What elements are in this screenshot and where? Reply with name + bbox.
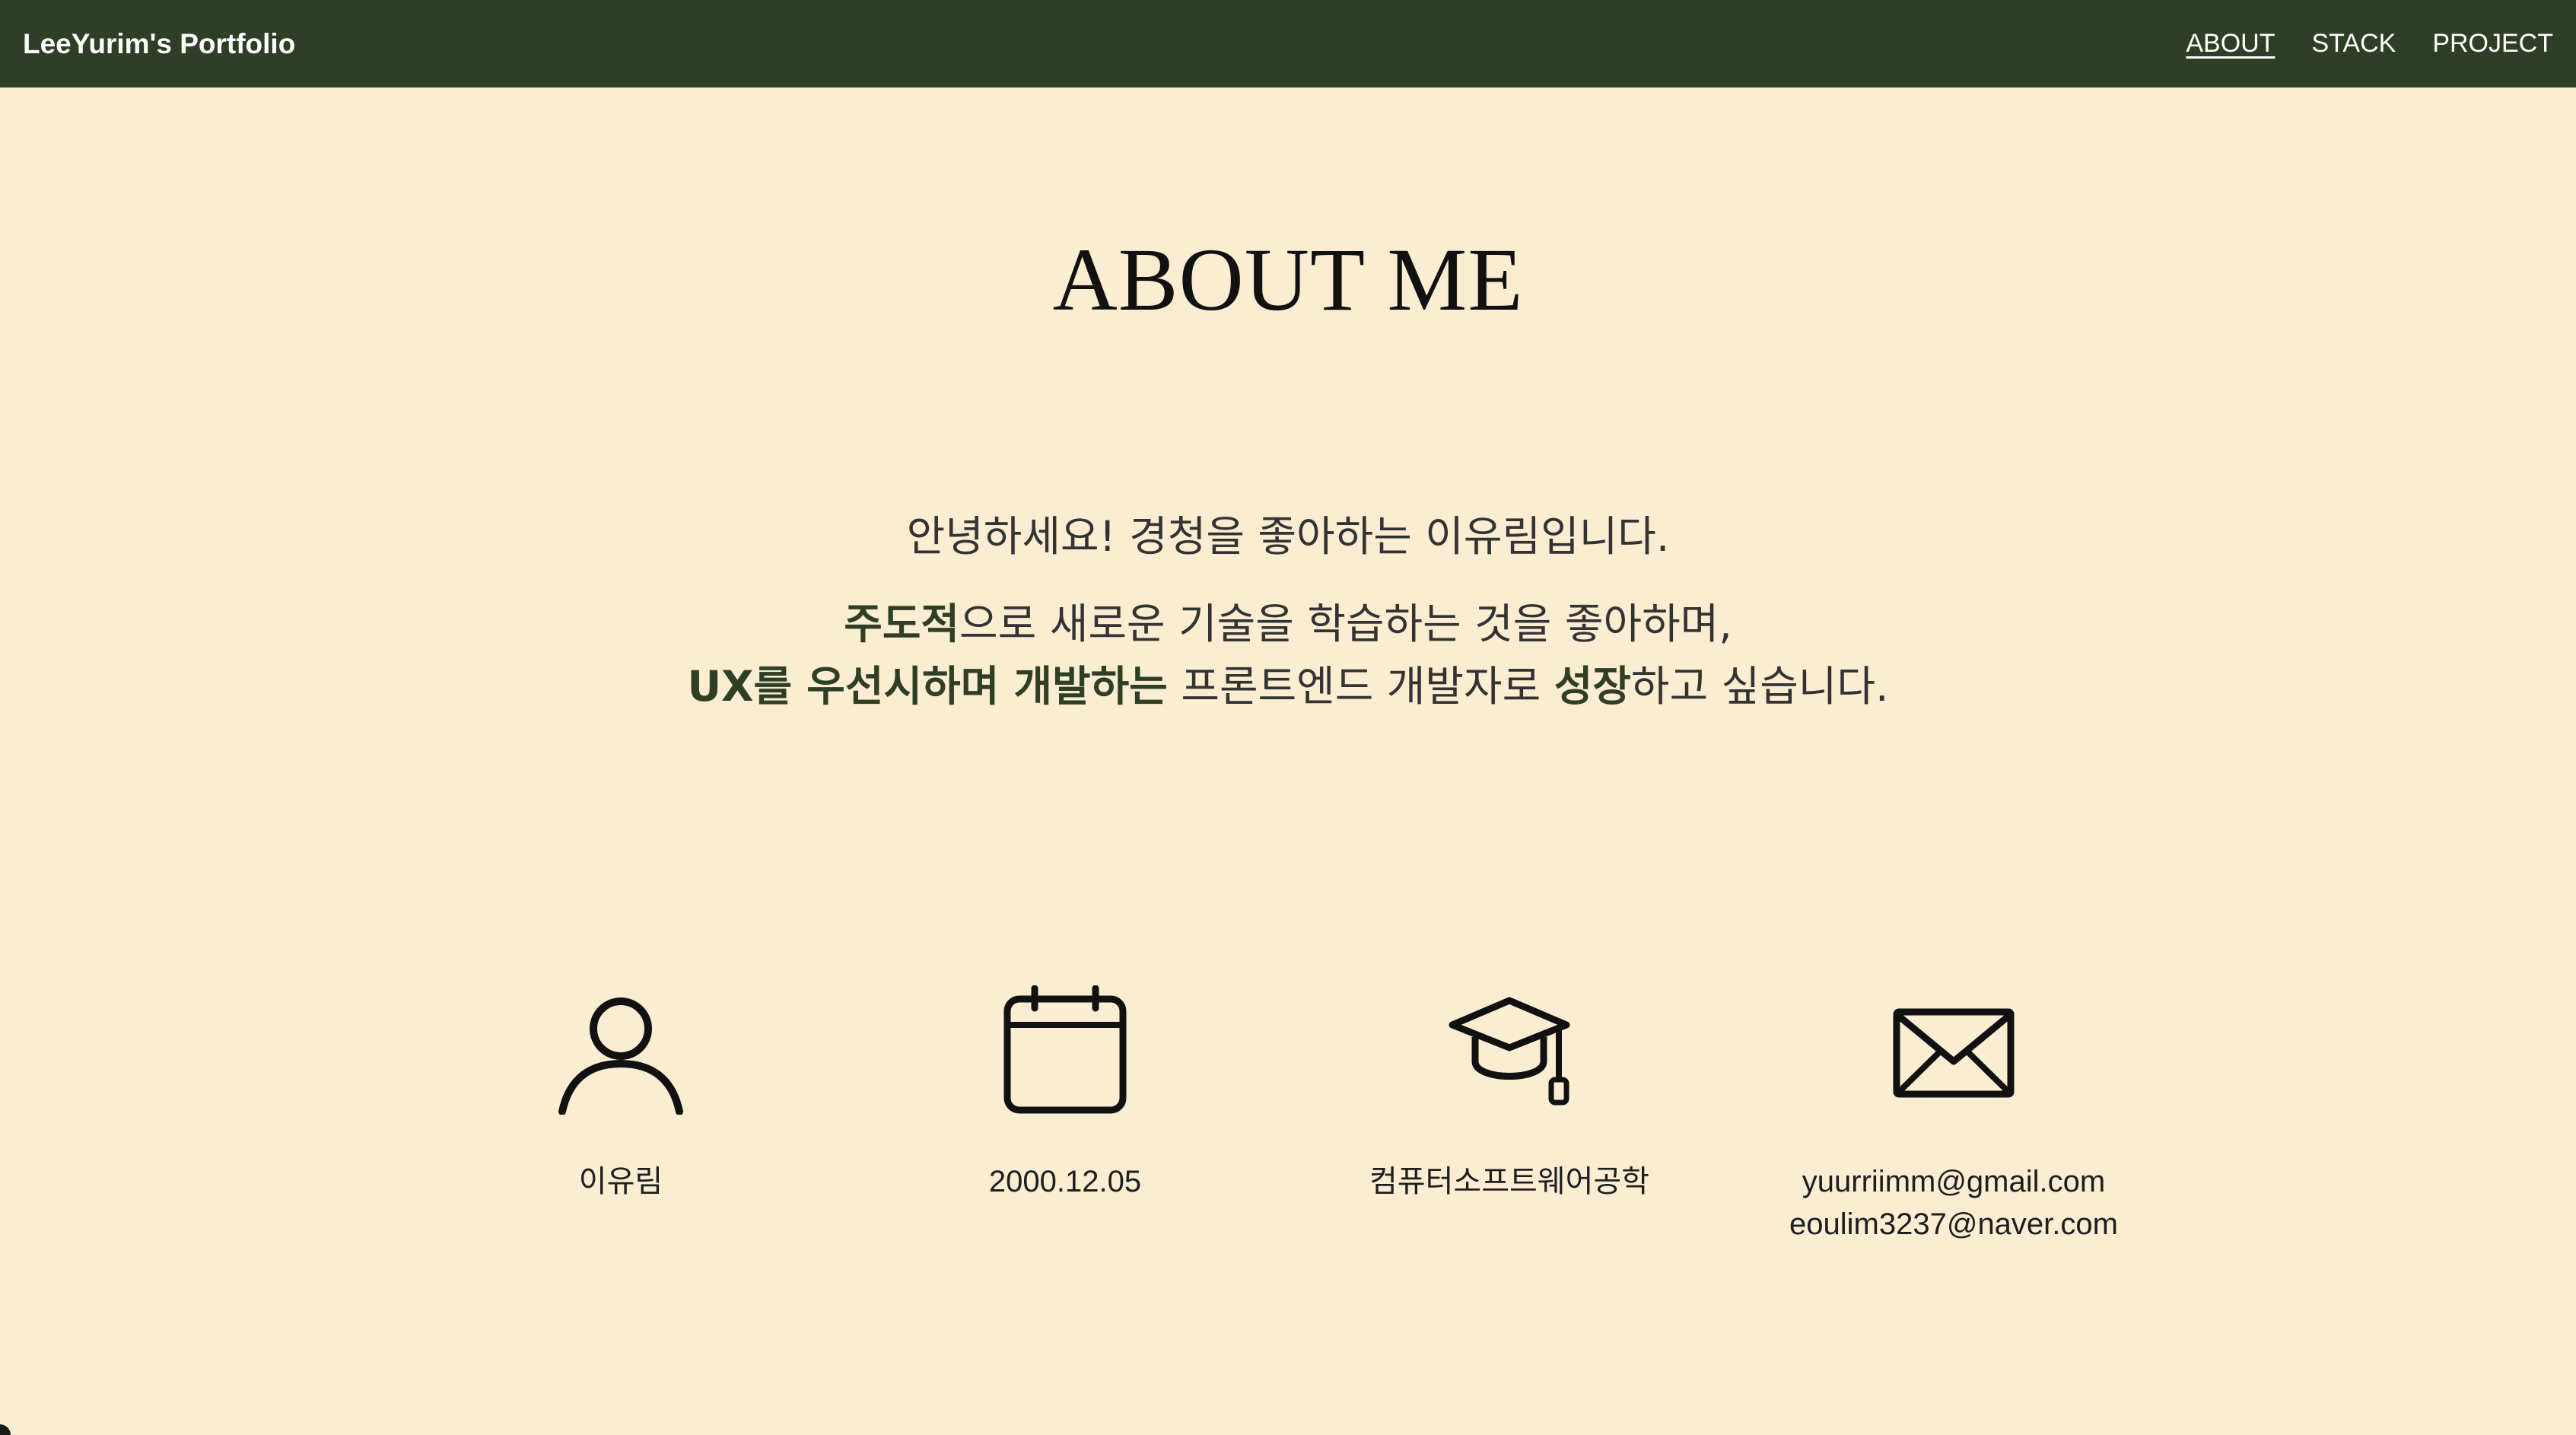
top-navbar: LeeYurim's Portfolio ABOUT STACK PROJECT [0, 0, 2576, 88]
nav-link-stack[interactable]: STACK [2311, 29, 2396, 59]
intro-line-3: UX를 우선시하며 개발하는 프론트엔드 개발자로 성장하고 싶습니다. [0, 652, 2576, 713]
about-section: ABOUT ME 안녕하세요! 경청을 좋아하는 이유림입니다. 주도적으로 새… [0, 88, 2576, 1435]
email-link-naver[interactable]: eoulim3237@naver.com [1789, 1208, 2118, 1241]
intro-line-2: 주도적으로 새로운 기술을 학습하는 것을 좋아하며, [0, 590, 2576, 651]
info-email: yuurriimm@gmail.com eoulim3237@naver.com [1763, 985, 2144, 1246]
info-email-text: yuurriimm@gmail.com eoulim3237@naver.com [1763, 1160, 2144, 1246]
info-name-text: 이유림 [578, 1165, 663, 1198]
brand-link[interactable]: LeeYurim's Portfolio [23, 28, 295, 60]
email-link-gmail[interactable]: yuurriimm@gmail.com [1802, 1165, 2105, 1198]
info-major: 컴퓨터소프트웨어공학 [1319, 985, 1700, 1203]
intro-highlight-proactive: 주도적 [844, 600, 960, 648]
info-name: 이유림 [431, 985, 811, 1203]
page-title: ABOUT ME [1052, 230, 1524, 329]
intro-line-2-text: 으로 새로운 기술을 학습하는 것을 좋아하며, [959, 600, 1732, 648]
nav-link-about[interactable]: ABOUT [2186, 29, 2275, 59]
graduation-cap-icon [1449, 997, 1570, 1106]
intro-highlight-ux: UX를 우선시하며 개발하는 [687, 662, 1168, 711]
nav-link-project[interactable]: PROJECT [2432, 29, 2553, 59]
envelope-icon [1893, 1008, 2015, 1098]
intro-greeting: 안녕하세요! 경청을 좋아하는 이유림입니다. [906, 512, 1670, 561]
info-major-text: 컴퓨터소프트웨어공학 [1369, 1165, 1649, 1198]
intro-highlight-growth: 성장 [1554, 662, 1631, 711]
info-birth-text: 2000.12.05 [988, 1165, 1142, 1198]
person-icon [558, 998, 683, 1115]
info-birth: 2000.12.05 [875, 985, 1255, 1203]
calendar-icon [1003, 985, 1127, 1114]
intro-line-3-end: 하고 싶습니다. [1630, 662, 1889, 711]
intro-line-3-text: 프론트엔드 개발자로 [1167, 662, 1554, 711]
nav-links: ABOUT STACK PROJECT [2186, 29, 2553, 59]
